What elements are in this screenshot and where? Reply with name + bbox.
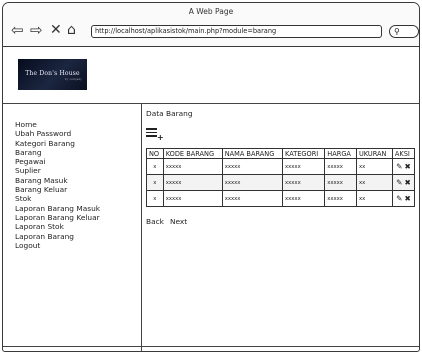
page-title: Data Barang xyxy=(146,109,193,118)
cell-kode-barang: xxxxx xyxy=(162,190,223,207)
table-row: x xxxxx xxxxx xxxxx xxxxx xx ✎ ✖ xyxy=(146,158,416,175)
sidebar-menu: Home Ubah Password Kategori Barang Baran… xyxy=(15,120,100,250)
sidebar-divider xyxy=(141,103,142,351)
sidebar-item-pegawai[interactable]: Pegawai xyxy=(15,157,100,166)
cell-harga: xxxxx xyxy=(324,158,357,175)
table-header-row: NO KODE BARANG NAMA BARANG KATEGORI HARG… xyxy=(146,148,416,159)
column-header-harga: HARGA xyxy=(324,148,357,159)
sidebar-item-kategori-barang[interactable]: Kategori Barang xyxy=(15,139,100,148)
pagination: Back Next xyxy=(146,217,193,226)
cell-ukuran: xx xyxy=(355,158,393,175)
sidebar-item-stok[interactable]: Stok xyxy=(15,194,100,203)
column-header-no: NO xyxy=(146,148,164,159)
edit-icon[interactable]: ✎ xyxy=(396,194,402,203)
cell-no: x xyxy=(146,158,164,175)
cell-nama-barang: xxxxx xyxy=(221,174,284,191)
cell-kategori: xxxxx xyxy=(282,174,326,191)
cell-harga: xxxxx xyxy=(324,190,357,207)
delete-icon[interactable]: ✖ xyxy=(404,178,410,187)
next-link[interactable]: Next xyxy=(170,217,187,226)
table-row: x xxxxx xxxxx xxxxx xxxxx xx ✎ ✖ xyxy=(146,190,416,207)
delete-icon[interactable]: ✖ xyxy=(404,162,410,171)
sidebar-item-laporan-stok[interactable]: Laporan Stok xyxy=(15,222,100,231)
browser-titlebar: A Web Page ⇦ ⇨ ✕ ⌂ http://localhost/apli… xyxy=(3,3,419,47)
cell-kategori: xxxxx xyxy=(282,190,326,207)
column-header-kategori: KATEGORI xyxy=(282,148,326,159)
footer-divider xyxy=(3,346,419,347)
sidebar-item-suplier[interactable]: Suplier xyxy=(15,166,100,175)
cell-nama-barang: xxxxx xyxy=(221,158,284,175)
sidebar-item-barang-masuk[interactable]: Barang Masuk xyxy=(15,176,100,185)
cell-ukuran: xx xyxy=(355,174,393,191)
cell-kode-barang: xxxxx xyxy=(162,174,223,191)
cell-kategori: xxxxx xyxy=(282,158,326,175)
back-link[interactable]: Back xyxy=(146,217,164,226)
browser-window: A Web Page ⇦ ⇨ ✕ ⌂ http://localhost/apli… xyxy=(2,2,420,352)
search-icon: ⚲ xyxy=(394,27,400,36)
sidebar-item-home[interactable]: Home xyxy=(15,120,100,129)
window-title: A Web Page xyxy=(188,7,234,16)
edit-icon[interactable]: ✎ xyxy=(396,178,402,187)
sidebar-item-logout[interactable]: Logout xyxy=(15,241,100,250)
cell-aksi: ✎ ✖ xyxy=(391,190,416,207)
cell-ukuran: xx xyxy=(355,190,393,207)
forward-arrow-icon[interactable]: ⇨ xyxy=(30,21,43,39)
column-header-nama-barang: NAMA BARANG xyxy=(221,148,284,159)
table-row: x xxxxx xxxxx xxxxx xxxxx xx ✎ ✖ xyxy=(146,174,416,191)
back-arrow-icon[interactable]: ⇦ xyxy=(11,21,24,39)
column-header-kode-barang: KODE BARANG xyxy=(162,148,223,159)
cell-aksi: ✎ ✖ xyxy=(391,174,416,191)
sidebar-item-laporan-barang-masuk[interactable]: Laporan Barang Masuk xyxy=(15,204,100,213)
cell-no: x xyxy=(146,174,164,191)
cell-aksi: ✎ ✖ xyxy=(391,158,416,175)
header-divider xyxy=(3,103,419,104)
search-field[interactable]: ⚲ xyxy=(389,25,419,38)
edit-icon[interactable]: ✎ xyxy=(396,162,402,171)
logo-subtext: by company xyxy=(64,78,82,81)
barang-table: NO KODE BARANG NAMA BARANG KATEGORI HARG… xyxy=(146,148,416,207)
cell-nama-barang: xxxxx xyxy=(221,190,284,207)
column-header-aksi: AKSI xyxy=(391,148,416,159)
home-icon[interactable]: ⌂ xyxy=(67,21,76,39)
site-logo: The Don's House by company xyxy=(18,59,87,90)
sidebar-item-laporan-barang[interactable]: Laporan Barang xyxy=(15,232,100,241)
column-header-ukuran: UKURAN xyxy=(355,148,393,159)
address-bar[interactable]: http://localhost/aplikasistok/main.php?m… xyxy=(91,25,382,38)
sidebar-item-barang[interactable]: Barang xyxy=(15,148,100,157)
delete-icon[interactable]: ✖ xyxy=(404,194,410,203)
sidebar-item-ubah-password[interactable]: Ubah Password xyxy=(15,129,100,138)
cell-no: x xyxy=(146,190,164,207)
sidebar-item-laporan-barang-keluar[interactable]: Laporan Barang Keluar xyxy=(15,213,100,222)
close-icon[interactable]: ✕ xyxy=(50,21,62,39)
cell-harga: xxxxx xyxy=(324,174,357,191)
cell-kode-barang: xxxxx xyxy=(162,158,223,175)
sidebar-item-barang-keluar[interactable]: Barang Keluar xyxy=(15,185,100,194)
logo-text: The Don's House xyxy=(25,70,80,77)
add-list-icon[interactable]: + xyxy=(146,128,164,142)
